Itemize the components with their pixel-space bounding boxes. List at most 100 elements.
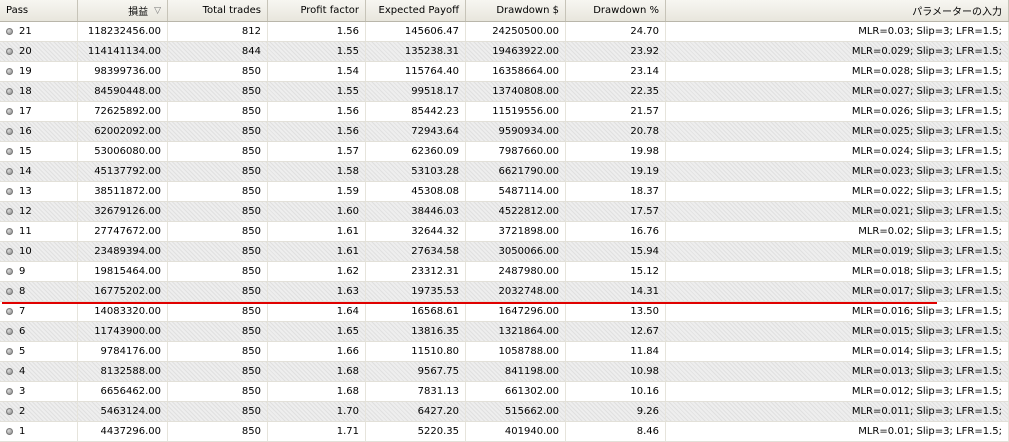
cell-expected-payoff: 85442.23 (366, 102, 466, 121)
cell-profit-factor: 1.56 (268, 122, 366, 141)
col-header-parameters[interactable]: パラメーターの入力 (666, 0, 1009, 21)
cell-profit-factor: 1.61 (268, 222, 366, 241)
cell-parameters: MLR=0.01; Slip=3; LFR=1.5; (666, 422, 1009, 441)
table-row[interactable]: 21 118232456.00 812 1.56 145606.47 24250500.0… (0, 22, 1009, 42)
cell-pass: 16 (0, 122, 78, 141)
cell-parameters: MLR=0.023; Slip=3; LFR=1.5; (666, 162, 1009, 181)
pass-status-icon (6, 348, 13, 355)
col-header-drawdown-pct[interactable]: Drawdown % (566, 0, 666, 21)
cell-parameters: MLR=0.012; Slip=3; LFR=1.5; (666, 382, 1009, 401)
cell-drawdown-pct: 21.57 (566, 102, 666, 121)
cell-expected-payoff: 62360.09 (366, 142, 466, 161)
cell-profit-factor: 1.66 (268, 342, 366, 361)
cell-total-trades: 850 (168, 282, 268, 301)
cell-profit: 114141134.00 (78, 42, 168, 61)
cell-drawdown-pct: 17.57 (566, 202, 666, 221)
table-row[interactable]: 12 32679126.00 850 1.60 38446.03 4522812.00 17… (0, 202, 1009, 222)
cell-expected-payoff: 11510.80 (366, 342, 466, 361)
pass-status-icon (6, 88, 13, 95)
cell-total-trades: 850 (168, 82, 268, 101)
pass-status-icon (6, 408, 13, 415)
cell-drawdown-usd: 401940.00 (466, 422, 566, 441)
cell-parameters: MLR=0.014; Slip=3; LFR=1.5; (666, 342, 1009, 361)
cell-pass: 21 (0, 22, 78, 41)
cell-pass: 8 (0, 282, 78, 301)
table-row[interactable]: 7 14083320.00 850 1.64 16568.61 1647296.00 13.… (0, 302, 1009, 322)
cell-parameters: MLR=0.03; Slip=3; LFR=1.5; (666, 22, 1009, 41)
table-row[interactable]: 1 4437296.00 850 1.71 5220.35 401940.00 8.46 ML… (0, 422, 1009, 442)
cell-drawdown-usd: 3050066.00 (466, 242, 566, 261)
cell-pass: 12 (0, 202, 78, 221)
pass-status-icon (6, 328, 13, 335)
pass-status-icon (6, 288, 13, 295)
cell-drawdown-pct: 11.84 (566, 342, 666, 361)
cell-parameters: MLR=0.018; Slip=3; LFR=1.5; (666, 262, 1009, 281)
cell-drawdown-usd: 1058788.00 (466, 342, 566, 361)
col-header-profit[interactable]: 損益 ▽ (78, 0, 168, 21)
cell-drawdown-usd: 661302.00 (466, 382, 566, 401)
cell-drawdown-pct: 19.98 (566, 142, 666, 161)
cell-drawdown-usd: 1647296.00 (466, 302, 566, 321)
cell-profit: 5463124.00 (78, 402, 168, 421)
table-row[interactable]: 11 27747672.00 850 1.61 32644.32 3721898.00 16… (0, 222, 1009, 242)
cell-total-trades: 850 (168, 382, 268, 401)
table-row[interactable]: 6 11743900.00 850 1.65 13816.35 1321864.00 12.… (0, 322, 1009, 342)
cell-profit: 9784176.00 (78, 342, 168, 361)
col-header-profit-factor[interactable]: Profit factor (268, 0, 366, 21)
table-row[interactable]: 10 23489394.00 850 1.61 27634.58 3050066.00 15… (0, 242, 1009, 262)
cell-drawdown-usd: 515662.00 (466, 402, 566, 421)
cell-expected-payoff: 38446.03 (366, 202, 466, 221)
pass-status-icon (6, 188, 13, 195)
table-row[interactable]: 13 38511872.00 850 1.59 45308.08 5487114.00 18… (0, 182, 1009, 202)
table-row[interactable]: 9 19815464.00 850 1.62 23312.31 2487980.00 15.… (0, 262, 1009, 282)
cell-drawdown-pct: 9.26 (566, 402, 666, 421)
cell-total-trades: 850 (168, 262, 268, 281)
cell-profit-factor: 1.71 (268, 422, 366, 441)
cell-total-trades: 850 (168, 122, 268, 141)
table-row[interactable]: 5 9784176.00 850 1.66 11510.80 1058788.00 11.8… (0, 342, 1009, 362)
cell-pass: 10 (0, 242, 78, 261)
table-row[interactable]: 20 114141134.00 844 1.55 135238.31 19463922.0… (0, 42, 1009, 62)
cell-drawdown-pct: 10.16 (566, 382, 666, 401)
table-row[interactable]: 4 8132588.00 850 1.68 9567.75 841198.00 10.98 M… (0, 362, 1009, 382)
cell-drawdown-usd: 16358664.00 (466, 62, 566, 81)
table-row[interactable]: 17 72625892.00 850 1.56 85442.23 11519556.00 2… (0, 102, 1009, 122)
cell-drawdown-pct: 18.37 (566, 182, 666, 201)
cell-profit: 11743900.00 (78, 322, 168, 341)
col-header-drawdown-usd[interactable]: Drawdown $ (466, 0, 566, 21)
table-row[interactable]: 14 45137792.00 850 1.58 53103.28 6621790.00 19… (0, 162, 1009, 182)
cell-pass: 5 (0, 342, 78, 361)
cell-expected-payoff: 6427.20 (366, 402, 466, 421)
cell-pass: 2 (0, 402, 78, 421)
table-row[interactable]: 8 16775202.00 850 1.63 19735.53 2032748.00 14.… (0, 282, 1009, 302)
table-row[interactable]: 18 84590448.00 850 1.55 99518.17 13740808.00 2… (0, 82, 1009, 102)
cell-total-trades: 850 (168, 402, 268, 421)
cell-expected-payoff: 53103.28 (366, 162, 466, 181)
cell-profit: 14083320.00 (78, 302, 168, 321)
cell-parameters: MLR=0.026; Slip=3; LFR=1.5; (666, 102, 1009, 121)
pass-status-icon (6, 308, 13, 315)
cell-drawdown-pct: 23.92 (566, 42, 666, 61)
table-row[interactable]: 16 62002092.00 850 1.56 72943.64 9590934.00 20… (0, 122, 1009, 142)
cell-pass: 17 (0, 102, 78, 121)
cell-pass: 7 (0, 302, 78, 321)
cell-parameters: MLR=0.028; Slip=3; LFR=1.5; (666, 62, 1009, 81)
cell-drawdown-usd: 11519556.00 (466, 102, 566, 121)
cell-drawdown-pct: 12.67 (566, 322, 666, 341)
table-row[interactable]: 2 5463124.00 850 1.70 6427.20 515662.00 9.26 ML… (0, 402, 1009, 422)
cell-drawdown-pct: 15.94 (566, 242, 666, 261)
cell-profit-factor: 1.54 (268, 62, 366, 81)
col-header-pass[interactable]: Pass (0, 0, 78, 21)
table-row[interactable]: 15 53006080.00 850 1.57 62360.09 7987660.00 19… (0, 142, 1009, 162)
table-row[interactable]: 3 6656462.00 850 1.68 7831.13 661302.00 10.16 M… (0, 382, 1009, 402)
table-row[interactable]: 19 98399736.00 850 1.54 115764.40 16358664.00… (0, 62, 1009, 82)
cell-profit: 72625892.00 (78, 102, 168, 121)
col-header-expected-payoff[interactable]: Expected Payoff (366, 0, 466, 21)
cell-expected-payoff: 27634.58 (366, 242, 466, 261)
col-header-total-trades[interactable]: Total trades (168, 0, 268, 21)
cell-profit: 23489394.00 (78, 242, 168, 261)
cell-expected-payoff: 45308.08 (366, 182, 466, 201)
cell-profit: 38511872.00 (78, 182, 168, 201)
cell-profit: 19815464.00 (78, 262, 168, 281)
cell-expected-payoff: 115764.40 (366, 62, 466, 81)
